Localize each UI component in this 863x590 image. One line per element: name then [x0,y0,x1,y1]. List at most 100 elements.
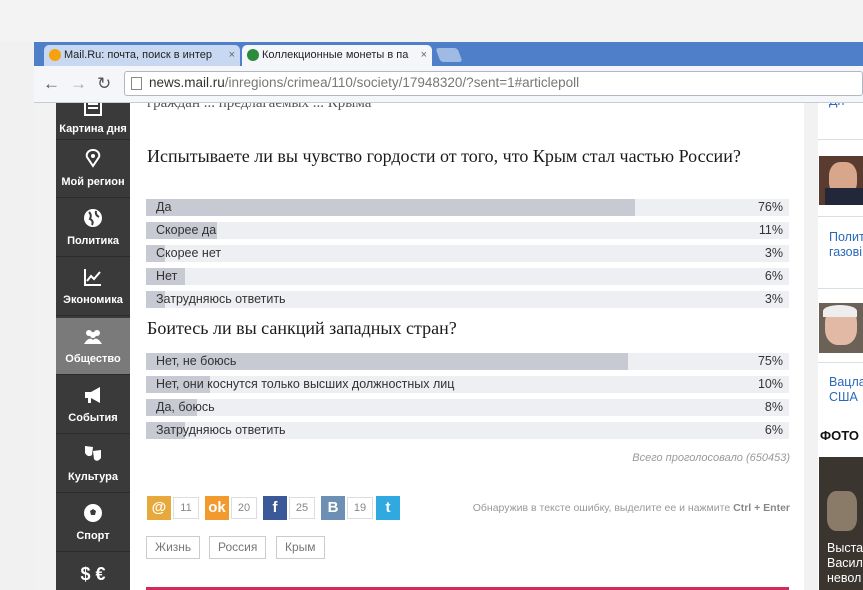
url-path: /inregions/crimea/110/society/17948320/?… [224,75,580,90]
poll-option[interactable]: Нет, не боюсь 75% [146,353,789,370]
photo-section-heading: ФОТО [820,428,859,443]
poll-option-label: Затрудняюсь ответить [156,423,286,437]
url-text: news.mail.ru/inregions/crimea/110/societ… [149,75,579,90]
poll-option[interactable]: Затрудняюсь ответить 3% [146,291,789,308]
chart-icon [84,269,101,286]
poll-option-label: Скорее нет [156,246,222,260]
page-viewport: Картина дня Мой регион Политика Экономик… [34,103,863,590]
vk-icon: В [327,499,339,516]
poll-option[interactable]: Скорее нет 3% [146,245,789,262]
mailru-favicon-icon [49,49,61,61]
sidebar-item-label: Мой регион [61,176,125,188]
sidebar-item-label: Политика [67,235,119,247]
right-news-link[interactable]: Дн [829,103,844,109]
window-top-area [0,0,863,42]
poll-option[interactable]: Да 76% [146,199,789,216]
browser-toolbar: ← → ↻ news.mail.ru/inregions/crimea/110/… [34,66,863,103]
link-line: Полит [829,230,863,244]
people-icon [84,330,102,344]
share-mailru-button[interactable]: @ [147,496,171,520]
error-hint-text: Обнаружив в тексте ошибку, выделите ее и… [472,502,731,514]
poll-option[interactable]: Нет 6% [146,268,789,285]
divider [818,362,863,363]
photo-gallery-image[interactable]: Выста Васил невол [819,457,863,590]
tag-link[interactable]: Крым [276,536,325,559]
right-news-link[interactable]: Вацла США [829,375,863,405]
close-tab-icon[interactable]: × [421,45,427,66]
currency-icon: $ € [80,564,106,584]
poll-question: Боитесь ли вы санкций западных стран? [147,318,457,338]
sidebar-item-economy[interactable]: Экономика [56,259,130,316]
back-button[interactable]: ← [43,74,60,94]
caption-line: невол [827,571,862,585]
poll-bar-fill [146,199,635,216]
sidebar-item-label: Картина дня [59,123,127,135]
sidebar-item-events[interactable]: События [56,377,130,434]
poll-option-label: Затрудняюсь ответить [156,292,286,306]
poll-option-percent: 75% [757,354,783,368]
tag-link[interactable]: Россия [209,536,267,559]
mailru-icon: @ [151,499,167,516]
sidebar-item-society[interactable]: Общество [56,318,130,375]
sidebar-item-label: Спорт [76,530,110,542]
close-tab-icon[interactable]: × [229,45,235,66]
sidebar-item-label: Общество [65,353,121,365]
poll-option-percent: 6% [764,269,783,283]
share-count: 20 [231,497,257,519]
poll-option-percent: 76% [757,200,783,214]
poll-option-label: Нет [156,269,178,283]
poll-option[interactable]: Да, боюсь 8% [146,399,789,416]
photo-caption: Выста Васил невол [827,541,863,586]
error-hint-keys: Ctrl + Enter [733,502,790,514]
poll-option-label: Нет, они коснутся только высших должност… [156,377,455,391]
map-pin-icon [85,149,101,168]
sidebar-item-picture-of-day[interactable]: Картина дня [56,103,130,140]
sidebar-item-sport[interactable]: Спорт [56,495,130,552]
category-sidebar: Картина дня Мой регион Политика Экономик… [56,103,130,590]
poll-option-label: Нет, не боюсь [156,354,237,368]
divider [818,288,863,289]
tab-mailru[interactable]: Mail.Ru: почта, поиск в интер × [44,45,240,66]
sidebar-item-my-region[interactable]: Мой регион [56,141,130,198]
poll-option[interactable]: Нет, они коснутся только высших должност… [146,376,789,393]
error-report-hint: Обнаружив в тексте ошибку, выделите ее и… [473,502,790,514]
poll-option-label: Скорее да [156,223,217,237]
share-facebook-button[interactable]: f [263,496,287,520]
poll-option-label: Да [156,200,172,214]
odnoklassniki-icon: ok [208,499,226,516]
twitter-icon: t [385,499,391,516]
poll-option-percent: 6% [764,423,783,437]
share-count: 11 [173,497,199,519]
globe-icon [84,209,102,227]
share-vk-button[interactable]: В [321,496,345,520]
poll-option[interactable]: Затрудняюсь ответить 6% [146,422,789,439]
figure-shape [827,491,857,531]
total-votes: Всего проголосовало (650453) [632,452,790,464]
right-news-column: Дн Политгазові ВацлаСША ФОТО Выста Васил… [818,103,863,590]
sidebar-item-culture[interactable]: Культура [56,436,130,493]
megaphone-icon [85,387,100,403]
sidebar-item-currency[interactable]: $ € [56,554,130,590]
poll-option-percent: 11% [758,223,783,237]
caption-line: Выста [827,541,863,555]
poll-option-percent: 3% [764,246,783,260]
address-bar[interactable]: news.mail.ru/inregions/crimea/110/societ… [124,71,863,96]
newspaper-icon [84,103,102,116]
reload-button[interactable]: ↻ [97,74,111,94]
new-tab-button[interactable] [435,48,463,62]
share-count: 19 [347,497,373,519]
sidebar-item-label: Экономика [63,294,123,306]
news-photo[interactable] [819,156,863,205]
right-news-link[interactable]: Полит газові [829,230,863,260]
share-odnoklassniki-button[interactable]: ok [205,496,229,520]
poll-option-percent: 10% [757,377,783,391]
poll-option[interactable]: Скорее да 11% [146,222,789,239]
sidebar-item-politics[interactable]: Политика [56,200,130,257]
share-twitter-button[interactable]: t [376,496,400,520]
tag-link[interactable]: Жизнь [146,536,201,559]
news-photo[interactable] [819,303,863,353]
forward-button[interactable]: → [70,74,87,94]
tab-coins[interactable]: Коллекционные монеты в па × [242,45,432,66]
poll-option-label: Да, боюсь [156,400,215,414]
sidebar-item-label: Культура [68,471,118,483]
